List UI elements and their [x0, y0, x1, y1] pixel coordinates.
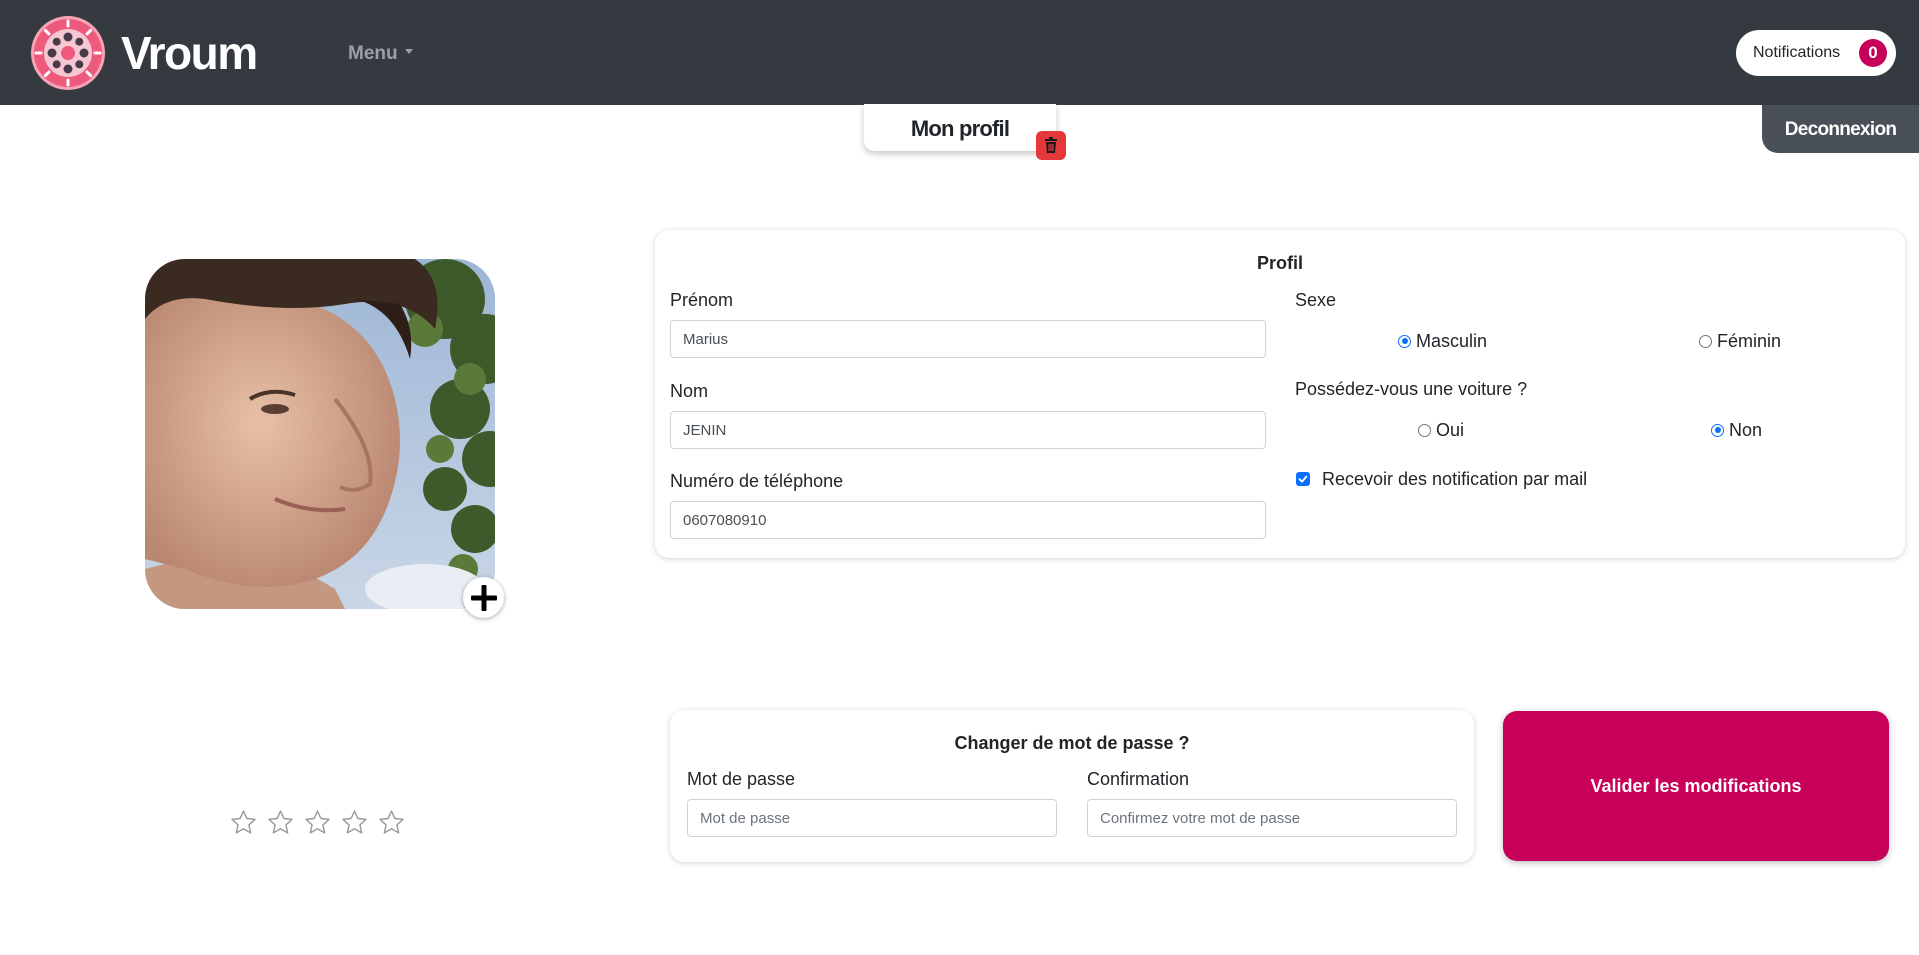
lastname-label: Nom [670, 381, 709, 401]
logout-button[interactable]: Deconnexion [1762, 105, 1919, 153]
avatar [145, 259, 495, 609]
radio-label: Féminin [1717, 331, 1782, 351]
radio-label: Masculin [1416, 331, 1488, 351]
radio-checked-icon [1711, 423, 1724, 437]
radio-checked-icon [1398, 334, 1411, 348]
car-radio-non[interactable]: Non [1711, 419, 1762, 441]
star-icon[interactable] [377, 808, 406, 837]
star-rating [229, 808, 406, 837]
firstname-input[interactable] [670, 320, 1266, 358]
add-photo-button[interactable] [463, 577, 504, 618]
page-title: Mon profil [910, 116, 1010, 141]
profile-card-title: Profil [1256, 253, 1303, 273]
wheel-logo-icon[interactable] [30, 15, 106, 91]
checkbox-checked-icon [1296, 472, 1310, 486]
radio-label: Oui [1436, 420, 1465, 440]
validate-changes-button[interactable]: Valider les modifications [1503, 711, 1889, 861]
delete-account-button[interactable] [1036, 131, 1066, 160]
checkbox-label: Recevoir des notification par mail [1322, 469, 1588, 489]
password-card: Changer de mot de passe ? Mot de passe C… [670, 710, 1474, 862]
profile-card: Profil Prénom Nom Numéro de téléphone Se… [655, 230, 1905, 558]
trash-icon [1045, 137, 1057, 153]
password-card-title: Changer de mot de passe ? [954, 733, 1190, 753]
password-label: Mot de passe [687, 769, 796, 789]
sex-label: Sexe [1295, 290, 1337, 310]
phone-input[interactable] [670, 501, 1266, 539]
phone-label: Numéro de téléphone [670, 471, 844, 491]
sex-radio-feminin[interactable]: Féminin [1699, 330, 1781, 352]
lastname-input[interactable] [670, 411, 1266, 449]
mail-notifications-checkbox[interactable]: Recevoir des notification par mail [1296, 468, 1587, 490]
caret-down-icon [404, 49, 413, 55]
car-radio-oui[interactable]: Oui [1418, 419, 1464, 441]
password-input[interactable] [687, 799, 1057, 837]
star-icon[interactable] [303, 808, 332, 837]
menu-dropdown-toggle[interactable]: Menu [348, 42, 413, 66]
firstname-label: Prénom [670, 290, 734, 310]
sex-radio-masculin[interactable]: Masculin [1398, 330, 1487, 352]
notifications-button[interactable]: Notifications 0 [1736, 30, 1896, 76]
radio-unchecked-icon [1418, 423, 1431, 437]
radio-label: Non [1729, 420, 1763, 440]
brand-name[interactable]: Vroum [121, 27, 258, 79]
confirm-password-input[interactable] [1087, 799, 1457, 837]
radio-unchecked-icon [1699, 334, 1712, 348]
notifications-count-badge: 0 [1859, 39, 1887, 67]
car-label: Possédez-vous une voiture ? [1295, 379, 1528, 399]
notifications-label: Notifications [1753, 44, 1841, 61]
profile-tab: Mon profil [864, 104, 1056, 151]
navbar: Vroum Menu Notifications 0 [0, 0, 1919, 105]
menu-label: Menu [348, 43, 398, 64]
star-icon[interactable] [266, 808, 295, 837]
star-icon[interactable] [229, 808, 258, 837]
confirm-password-label: Confirmation [1087, 769, 1190, 789]
star-icon[interactable] [340, 808, 369, 837]
plus-icon [470, 584, 497, 611]
